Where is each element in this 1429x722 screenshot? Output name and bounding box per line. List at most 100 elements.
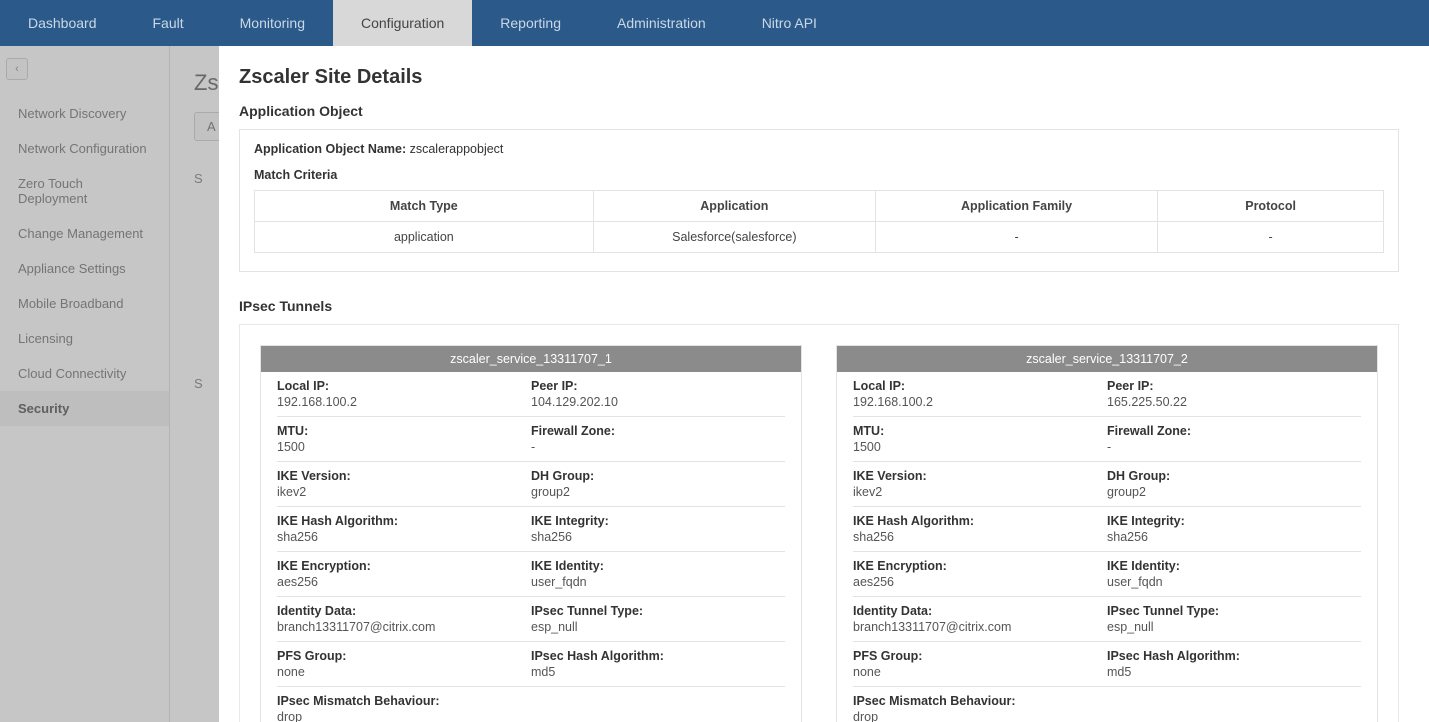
tunnel-kv-value: 192.168.100.2 [853,395,1107,409]
tunnel-kv-cell: IKE Hash Algorithm:sha256 [277,514,531,544]
tunnel-kv-label: IPsec Mismatch Behaviour: [853,694,1361,708]
tunnel-kv-cell: Firewall Zone:- [1107,424,1361,454]
tunnel-kv-cell: IKE Version: ikev2 [853,469,1107,499]
tunnel-kv-value: branch13311707@citrix.com [853,620,1107,634]
tunnel-kv-row: IKE Encryption: aes256IKE Identity: user_f… [277,552,785,597]
tunnel-kv-row: MTU:1500Firewall Zone:- [853,417,1361,462]
tunnel-kv-cell: IKE Hash Algorithm:sha256 [853,514,1107,544]
tunnel-kv-cell: IPsec Tunnel Type:esp_null [1107,604,1361,634]
site-details-modal: Zscaler Site Details Application Object … [219,46,1429,722]
tunnel-kv-cell: MTU:1500 [853,424,1107,454]
tunnel-kv-value: user_fqdn [1107,575,1361,589]
tunnel-kv-label: DH Group: [1107,469,1361,483]
tunnel-kv-cell: Local IP:192.168.100.2 [853,379,1107,409]
app-object-name-label: Application Object Name: [254,142,406,156]
tunnel-kv-cell: IKE Identity: user_fqdn [531,559,785,589]
tunnel-kv-cell: Peer IP: 165.225.50.22 [1107,379,1361,409]
tunnel-kv-cell: MTU: 1500 [277,424,531,454]
tunnel-kv-row: IKE Version: ikev2DH Group: group2 [277,462,785,507]
tunnel-kv-cell: PFS Group: none [853,649,1107,679]
tunnel-kv-label: IPsec Hash Algorithm: [531,649,785,663]
tunnel-kv-row: IKE Hash Algorithm:sha256IKE Integrity:s… [853,507,1361,552]
tunnel-kv-label: DH Group: [531,469,785,483]
tunnel-kv-label: IKE Version: [277,469,531,483]
top-nav-dashboard[interactable]: Dashboard [0,0,125,46]
tunnel-kv-label: IKE Integrity: [531,514,785,528]
tunnel-kv-label: IKE Version: [853,469,1107,483]
tunnel-kv-cell: Identity Data: branch13311707@citrix.com [853,604,1107,634]
tunnel-card: zscaler_service_13311707_2Local IP:192.1… [836,345,1378,722]
tunnel-kv-cell: Firewall Zone:- [531,424,785,454]
top-nav-administration[interactable]: Administration [589,0,734,46]
match-criteria-table: Match Type Application Application Famil… [254,190,1384,253]
tunnel-kv-value: user_fqdn [531,575,785,589]
tunnel-kv-label: IKE Encryption: [853,559,1107,573]
match-cell-application: Salesforce(salesforce) [593,222,875,253]
top-nav-reporting[interactable]: Reporting [472,0,589,46]
tunnel-kv-value: group2 [531,485,785,499]
tunnel-kv-value: esp_null [531,620,785,634]
tunnel-kv-cell: IPsec Tunnel Type: esp_null [531,604,785,634]
app-object-box: Application Object Name: zscalerappobjec… [239,129,1399,272]
tunnel-kv-cell: IPsec Hash Algorithm: md5 [531,649,785,679]
tunnel-kv-label: IKE Integrity: [1107,514,1361,528]
tunnel-kv-value: 165.225.50.22 [1107,395,1361,409]
match-header-family: Application Family [875,191,1157,222]
tunnel-kv-value: aes256 [277,575,531,589]
tunnel-kv-cell: IPsec Mismatch Behaviour: drop [277,694,785,722]
tunnels-container: zscaler_service_13311707_1Local IP:192.1… [239,324,1399,722]
top-nav: DashboardFaultMonitoringConfigurationRep… [0,0,1429,46]
tunnel-kv-label: MTU: [277,424,531,438]
tunnel-kv-row: PFS Group:noneIPsec Hash Algorithm:md5 [277,642,785,687]
tunnel-kv-value: none [853,665,1107,679]
tunnel-kv-label: Identity Data: [853,604,1107,618]
tunnel-kv-label: Local IP: [277,379,531,393]
tunnel-kv-value: sha256 [1107,530,1361,544]
tunnel-kv-cell: Peer IP:104.129.202.10 [531,379,785,409]
tunnel-kv-row: PFS Group: noneIPsec Hash Algorithm:md5 [853,642,1361,687]
app-object-name-row: Application Object Name: zscalerappobjec… [254,142,1384,156]
top-nav-monitoring[interactable]: Monitoring [212,0,333,46]
tunnel-kv-label: IKE Identity: [531,559,785,573]
table-row: application Salesforce(salesforce) - - [255,222,1384,253]
tunnel-kv-label: Peer IP: [1107,379,1361,393]
tunnel-kv-label: PFS Group: [853,649,1107,663]
tunnel-kv-cell: DH Group:group2 [1107,469,1361,499]
tunnel-kv-row: IPsec Mismatch Behaviour: drop [853,687,1361,722]
top-nav-fault[interactable]: Fault [125,0,212,46]
tunnel-kv-value: 1500 [277,440,531,454]
tunnel-kv-row: IPsec Mismatch Behaviour: drop [277,687,785,722]
tunnel-kv-value: sha256 [531,530,785,544]
tunnel-kv-value: drop [853,710,1361,722]
tunnel-kv-value: ikev2 [853,485,1107,499]
tunnel-kv-cell: IKE Identity:user_fqdn [1107,559,1361,589]
tunnel-kv-row: Local IP:192.168.100.2Peer IP: 165.225.50… [853,372,1361,417]
tunnel-kv-value: sha256 [853,530,1107,544]
tunnel-kv-label: IPsec Tunnel Type: [1107,604,1361,618]
tunnel-kv-value: 104.129.202.10 [531,395,785,409]
tunnel-kv-label: IPsec Hash Algorithm: [1107,649,1361,663]
tunnel-kv-row: IKE Encryption:aes256IKE Identity:user_f… [853,552,1361,597]
match-cell-family: - [875,222,1157,253]
tunnel-kv-value: md5 [531,665,785,679]
tunnel-kv-value: drop [277,710,785,722]
tunnel-kv-row: MTU: 1500Firewall Zone:- [277,417,785,462]
tunnel-kv-label: IKE Hash Algorithm: [277,514,531,528]
match-header-application: Application [593,191,875,222]
tunnel-kv-label: IPsec Tunnel Type: [531,604,785,618]
top-nav-nitro-api[interactable]: Nitro API [734,0,845,46]
tunnel-kv-cell: IPsec Hash Algorithm:md5 [1107,649,1361,679]
tunnel-kv-label: IKE Encryption: [277,559,531,573]
tunnel-kv-label: IPsec Mismatch Behaviour: [277,694,785,708]
tunnel-kv-cell: IKE Integrity: sha256 [1107,514,1361,544]
tunnel-kv-cell: DH Group: group2 [531,469,785,499]
tunnel-kv-value: ikev2 [277,485,531,499]
tunnel-kv-cell: Identity Data:branch13311707@citrix.com [277,604,531,634]
tunnel-kv-row: IKE Version: ikev2DH Group:group2 [853,462,1361,507]
match-header-protocol: Protocol [1158,191,1384,222]
tunnel-kv-cell: IKE Encryption: aes256 [277,559,531,589]
top-nav-configuration[interactable]: Configuration [333,0,472,46]
tunnel-kv-cell: Local IP:192.168.100.2 [277,379,531,409]
tunnel-kv-value: - [531,440,785,454]
app-object-name-value: zscalerappobject [410,142,504,156]
